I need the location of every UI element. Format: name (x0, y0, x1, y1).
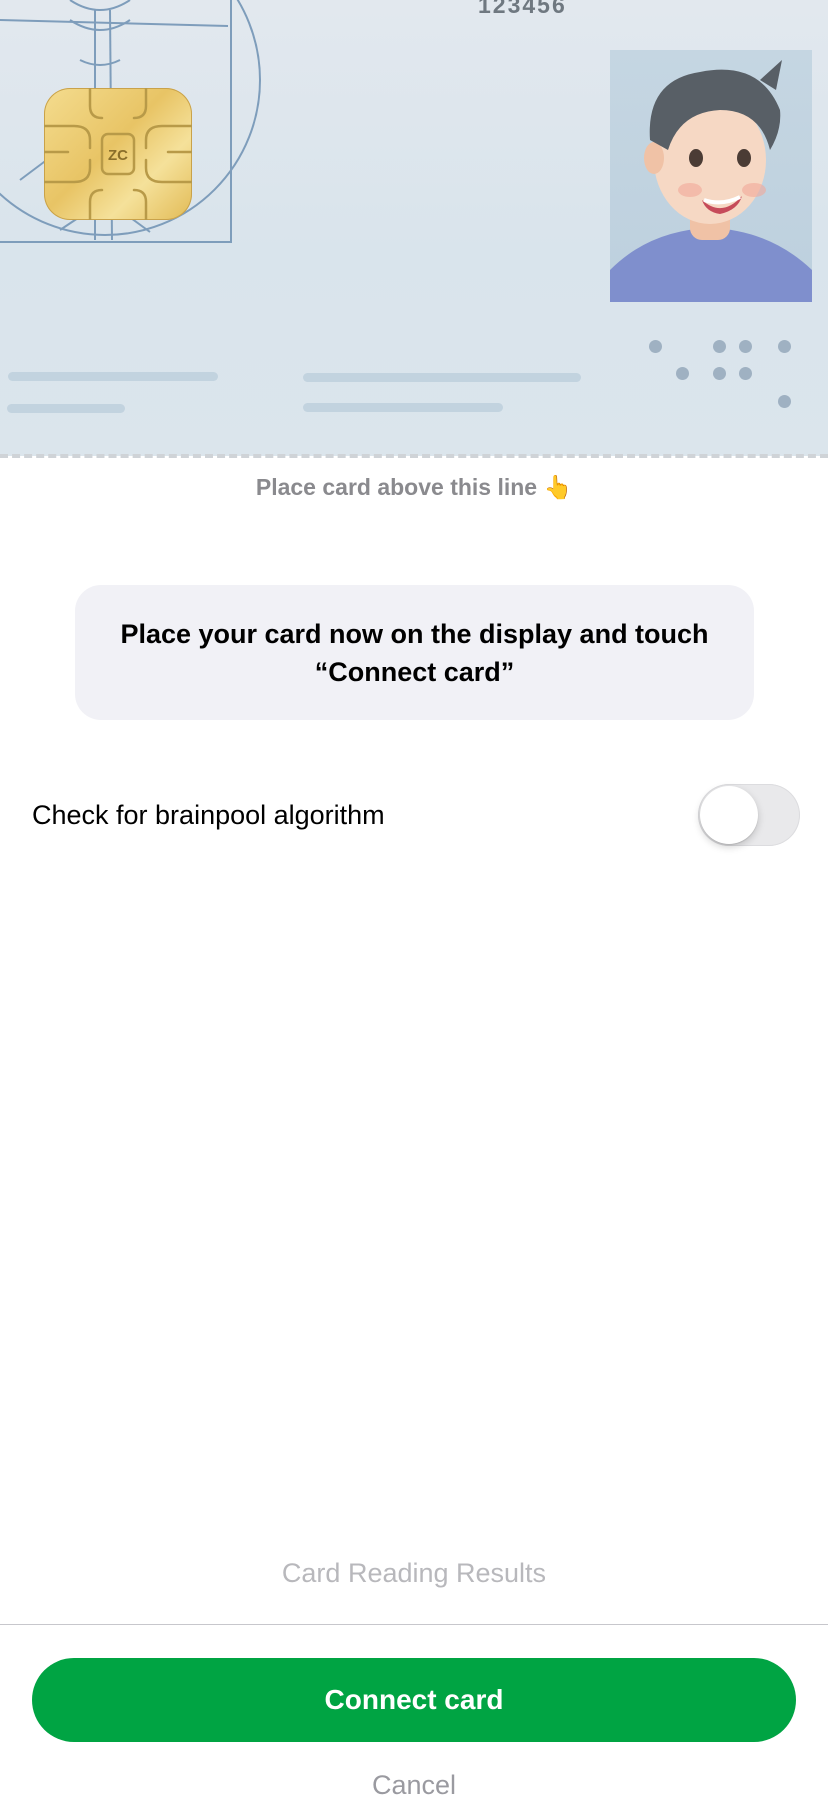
instruction-box: Place your card now on the display and t… (75, 585, 754, 720)
cancel-button[interactable]: Cancel (0, 1770, 828, 1801)
avatar (610, 60, 812, 302)
brainpool-toggle[interactable] (698, 784, 800, 846)
card-reading-results-link[interactable]: Card Reading Results (0, 1558, 828, 1589)
divider (0, 1624, 828, 1625)
toggle-knob (700, 786, 758, 844)
instruction-text: Place your card now on the display and t… (120, 618, 709, 687)
card-placement-line (0, 454, 828, 458)
brainpool-setting-row: Check for brainpool algorithm (32, 780, 800, 850)
placement-hint: Place card above this line 👆 (255, 474, 573, 500)
connect-card-button[interactable]: Connect card (32, 1658, 796, 1742)
card-text-placeholder (303, 373, 581, 382)
id-card-preview: 123456 ZC (0, 0, 828, 456)
card-text-placeholder (8, 372, 218, 381)
smart-card-chip: ZC (44, 88, 192, 220)
chip-mark: ZC (108, 147, 128, 164)
brainpool-label: Check for brainpool algorithm (32, 799, 385, 830)
card-text-placeholder (7, 404, 125, 413)
card-text-placeholder (303, 403, 503, 412)
card-number: 123456 (478, 0, 567, 18)
holder-portrait (610, 50, 812, 302)
